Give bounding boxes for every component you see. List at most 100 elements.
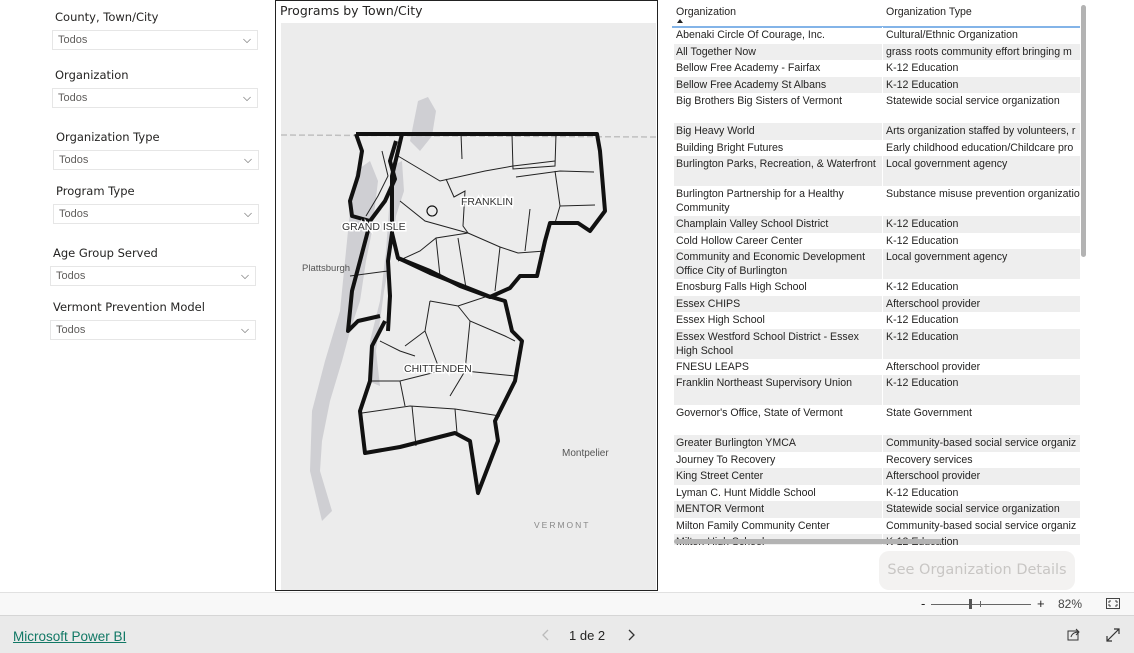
table-row[interactable]: Greater Burlington YMCA Community-based s…	[674, 435, 1080, 452]
table-row[interactable]: King Street Center Afterschool provider	[674, 468, 1080, 485]
power-bi-link[interactable]: Microsoft Power BI	[13, 629, 126, 644]
table-row[interactable]: Essex CHIPS Afterschool provider	[674, 295, 1080, 312]
cell-organization: Essex Westford School District - Essex H…	[676, 330, 859, 357]
table-row[interactable]: Abenaki Circle Of Courage, Inc. Cultural/…	[674, 27, 1080, 44]
cell-organization: Cold Hollow Career Center	[676, 234, 803, 247]
filter-dropdown[interactable]: Todos	[53, 150, 259, 170]
cell-organization-type: Early childhood education/Childcare pro	[886, 141, 1074, 154]
table-row[interactable]: Burlington Partnership for a Healthy Com…	[674, 186, 1080, 216]
column-divider	[882, 501, 883, 518]
table-row[interactable]: FNESU LEAPS Afterschool provider	[674, 358, 1080, 375]
cell-organization: Community and Economic Development Offic…	[676, 251, 866, 277]
cell-organization-type: Arts organization staffed by volunteers,…	[886, 125, 1076, 137]
dropdown-value: Todos	[56, 324, 86, 336]
table-row[interactable]: Bellow Free Academy - Fairfax K-12 Educat…	[674, 60, 1080, 77]
zoom-in-button[interactable]: +	[1037, 596, 1045, 611]
chevron-right-icon[interactable]	[626, 629, 636, 641]
table-row[interactable]: Bellow Free Academy St Albans K-12 Educat…	[674, 76, 1080, 93]
column-header-organization-type[interactable]: Organization Type	[886, 6, 972, 18]
column-divider	[882, 295, 883, 312]
filter-vermont-prevention-model: Vermont Prevention Model	[53, 300, 205, 314]
filter-dropdown[interactable]: Todos	[50, 320, 256, 340]
filter-age-group-served: Age Group Served	[53, 246, 158, 260]
table-row[interactable]: Burlington Parks, Recreation, & Waterfro…	[674, 156, 1080, 186]
table-row[interactable]: Big Brothers Big Sisters of Vermont State…	[674, 93, 1080, 123]
table-row[interactable]: Essex High School K-12 Education	[674, 312, 1080, 329]
dropdown-value: Todos	[58, 92, 88, 104]
see-organization-details-button[interactable]: See Organization Details	[879, 551, 1075, 590]
column-divider	[882, 435, 883, 452]
table-row[interactable]: Enosburg Falls High School K-12 Education	[674, 279, 1080, 296]
cell-organization: Building Bright Futures	[676, 141, 784, 154]
cell-organization-type: K-12 Education	[886, 234, 959, 247]
filter-dropdown[interactable]: Todos	[53, 204, 259, 224]
chevron-down-icon	[243, 38, 251, 44]
table-row[interactable]: Community and Economic Development Offic…	[674, 249, 1080, 279]
table-row[interactable]: Building Bright Futures Early childhood e…	[674, 139, 1080, 156]
table-header: Organization Organization Type	[672, 0, 1080, 28]
table-row[interactable]: Milton Family Community Center Community-…	[674, 517, 1080, 534]
label-grand-isle: GRAND ISLE	[342, 221, 406, 233]
cell-organization-type: K-12 Education	[886, 377, 959, 389]
zoom-slider-track[interactable]	[931, 604, 1031, 605]
cell-organization: Greater Burlington YMCA	[676, 437, 796, 449]
cell-organization: Journey To Recovery	[676, 453, 776, 466]
column-divider	[882, 232, 883, 249]
table-row[interactable]: Champlain Valley School District K-12 Edu…	[674, 216, 1080, 233]
dropdown-value: Todos	[56, 270, 86, 282]
table-row[interactable]: Big Heavy World Arts organization staffed…	[674, 123, 1080, 140]
cell-organization-type: K-12 Education	[886, 314, 959, 326]
chevron-left-icon[interactable]	[541, 629, 551, 641]
zoom-slider-default-tick	[980, 601, 981, 607]
cell-organization-type: Community-based social service organiz	[886, 437, 1077, 449]
column-divider	[882, 93, 883, 123]
column-divider	[882, 375, 883, 405]
share-icon[interactable]	[1067, 628, 1081, 641]
fit-to-page-icon[interactable]	[1106, 598, 1120, 609]
cell-organization: Big Brothers Big Sisters of Vermont	[676, 95, 843, 107]
cell-organization-type: K-12 Education	[886, 486, 959, 499]
table-row[interactable]: MENTOR Vermont Statewide social service o…	[674, 501, 1080, 518]
map-canvas[interactable]: GRAND ISLE FRANKLIN CHITTENDEN Plattsbur…	[276, 1, 657, 590]
table-row[interactable]: Lyman C. Hunt Middle School K-12 Educatio…	[674, 484, 1080, 501]
table-row[interactable]: All Together Now grass roots community ef…	[674, 43, 1080, 60]
column-divider	[882, 405, 883, 435]
filter-label: Organization	[55, 68, 129, 82]
zoom-slider-thumb[interactable]	[969, 599, 972, 609]
column-divider	[882, 451, 883, 468]
programs-map[interactable]: GRAND ISLE FRANKLIN CHITTENDEN Plattsbur…	[275, 0, 658, 591]
cell-organization-type: Recovery services	[886, 453, 973, 466]
cell-organization: Big Heavy World	[676, 125, 755, 137]
cell-organization: Bellow Free Academy - Fairfax	[676, 62, 821, 74]
cell-organization-type: K-12 Education	[886, 78, 959, 91]
cell-organization-type: grass roots community effort bringing m	[886, 45, 1072, 58]
cell-organization: Enosburg Falls High School	[676, 281, 807, 293]
filter-dropdown[interactable]: Todos	[50, 266, 256, 286]
table-row[interactable]: Journey To Recovery Recovery services	[674, 451, 1080, 468]
filter-dropdown[interactable]: Todos	[52, 88, 258, 108]
column-divider	[882, 279, 883, 296]
cell-organization-type: Afterschool provider	[886, 360, 981, 373]
filter-label: Vermont Prevention Model	[53, 300, 205, 314]
cell-organization: Burlington Parks, Recreation, & Waterfro…	[676, 158, 876, 170]
column-divider	[882, 76, 883, 93]
label-plattsburgh: Plattsburgh	[302, 263, 350, 274]
filter-dropdown[interactable]: Todos	[52, 30, 258, 50]
column-divider	[882, 123, 883, 140]
column-header-organization[interactable]: Organization	[676, 6, 736, 18]
chevron-down-icon	[244, 212, 252, 218]
cell-organization: King Street Center	[676, 470, 764, 482]
cell-organization-type: Afterschool provider	[886, 297, 981, 310]
chevron-down-icon	[241, 328, 249, 334]
table-row[interactable]: Governor's Office, State of Vermont State…	[674, 405, 1080, 435]
fullscreen-icon[interactable]	[1106, 628, 1120, 642]
zoom-out-button[interactable]: -	[921, 596, 925, 611]
dropdown-value: Todos	[58, 34, 88, 46]
horizontal-scrollbar[interactable]	[674, 539, 942, 544]
table-row[interactable]: Cold Hollow Career Center K-12 Education	[674, 232, 1080, 249]
table-row[interactable]: Franklin Northeast Supervisory Union K-12…	[674, 375, 1080, 405]
table-row[interactable]: Essex Westford School District - Essex H…	[674, 328, 1080, 359]
cell-organization-type: K-12 Education	[886, 330, 959, 343]
sort-ascending-icon[interactable]	[677, 19, 683, 23]
vertical-scrollbar[interactable]	[1081, 5, 1086, 257]
